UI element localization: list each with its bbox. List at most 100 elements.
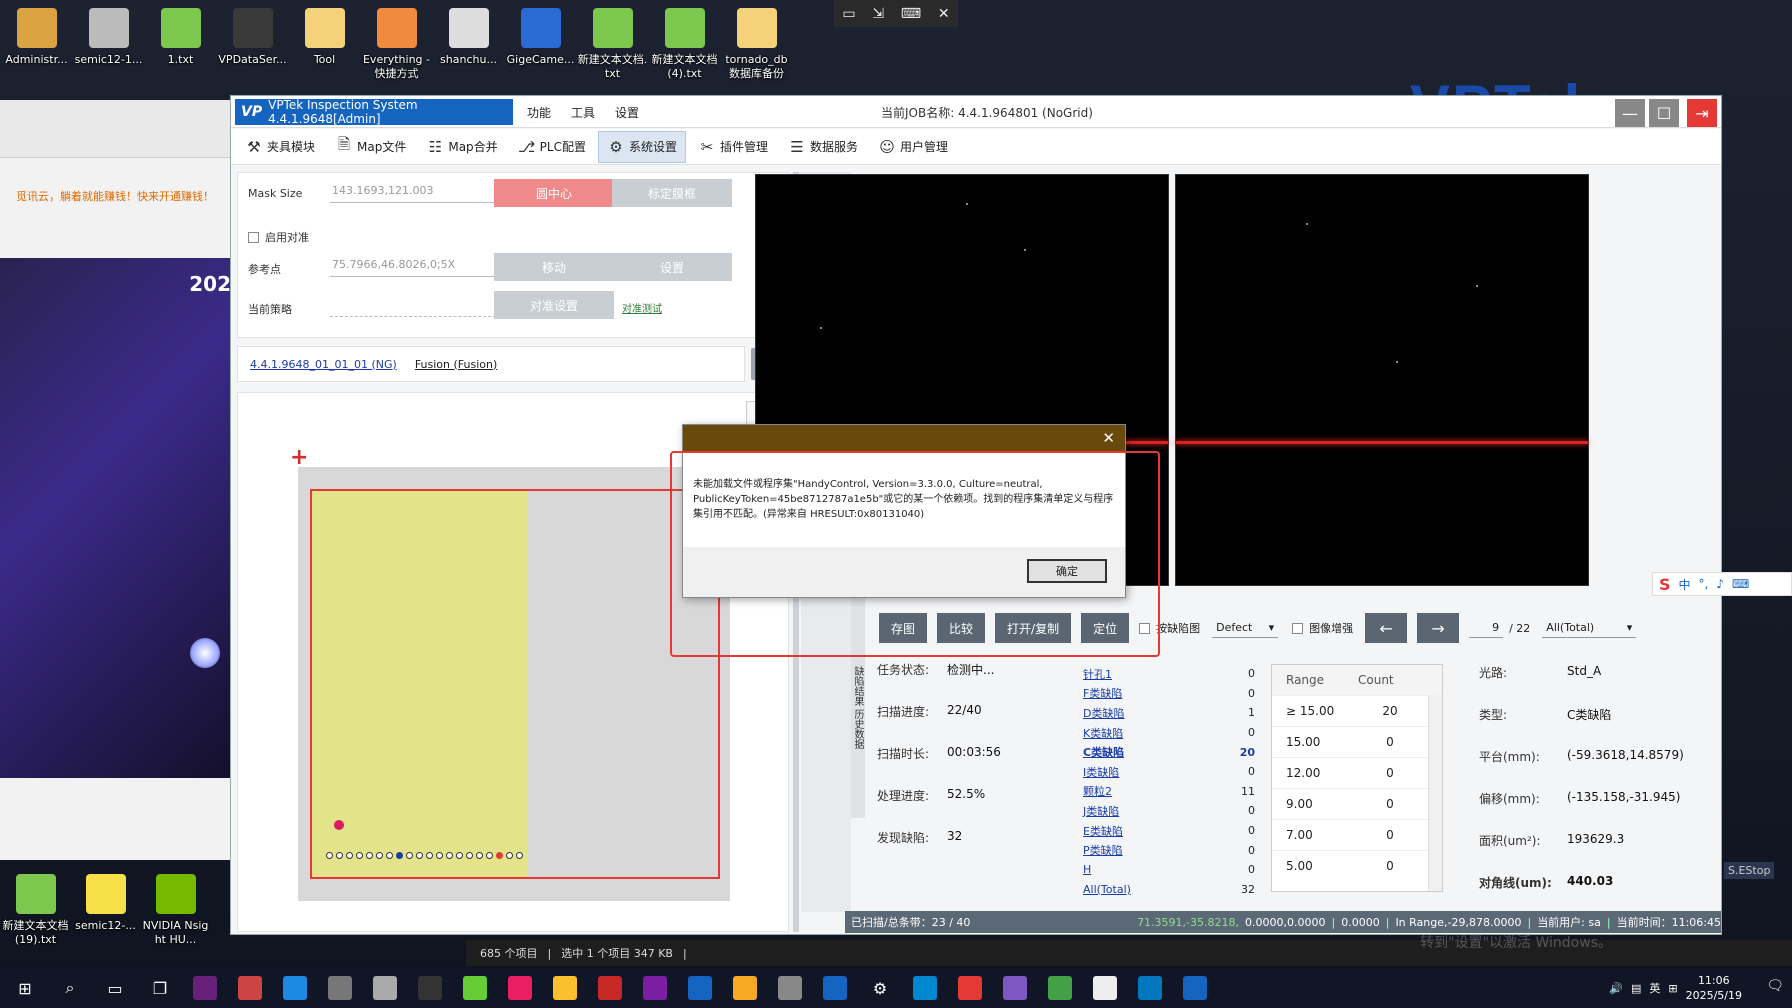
remote-screen-icon[interactable]: ▭ — [842, 6, 855, 22]
remote-keyboard-icon[interactable]: ⌨ — [901, 6, 921, 22]
desktop-icon[interactable]: Tool — [289, 0, 360, 100]
enhance-checkbox[interactable] — [1292, 622, 1304, 634]
exit-button[interactable]: ⇥ — [1687, 99, 1717, 127]
defect-row[interactable]: I类缺陷 0 — [1083, 762, 1255, 782]
vis-icon[interactable] — [1175, 968, 1215, 1008]
ime-mode[interactable]: 中 — [1679, 576, 1691, 593]
desktop-icon[interactable]: Everything - 快捷方式 — [361, 0, 432, 100]
remote-toolbar[interactable]: ▭ ⇲ ⌨ ✕ — [834, 0, 958, 27]
mask-size-select[interactable]: 143.1693,121.003 ⌄ — [330, 179, 506, 203]
defect-row[interactable]: P类缺陷 0 — [1083, 840, 1255, 860]
strategy-field[interactable] — [330, 293, 506, 317]
defect-row[interactable]: H0 — [1083, 860, 1255, 880]
align-test-link[interactable]: 对准测试 — [622, 300, 662, 315]
defect-name-link[interactable]: C类缺陷 — [1083, 744, 1124, 760]
desktop-icon[interactable]: GigeCame... — [505, 0, 576, 100]
desktop-icon[interactable]: VPDataSer... — [217, 0, 288, 100]
app-icon[interactable] — [770, 968, 810, 1008]
desktop-icon[interactable]: 新建文本文档 (19).txt — [1, 866, 70, 976]
prev-button[interactable]: ← — [1365, 613, 1408, 643]
vs-icon[interactable] — [185, 968, 225, 1008]
desktop-icon[interactable]: shanchu... — [433, 0, 504, 100]
defect-name-link[interactable]: 针孔1 — [1083, 666, 1112, 682]
start-icon[interactable]: ⊞ — [5, 968, 45, 1008]
remote-close-icon[interactable]: ✕ — [938, 6, 950, 22]
app-icon[interactable] — [1040, 968, 1080, 1008]
menu-tools[interactable]: 工具 — [567, 104, 599, 121]
toolbar-button-plugin[interactable]: ✂ 插件管理 — [690, 131, 776, 163]
menu-settings[interactable]: 设置 — [611, 104, 643, 121]
desktop-icon[interactable]: 新建文本文档 (4).txt — [649, 0, 720, 100]
vis-icon[interactable] — [815, 968, 855, 1008]
edge-icon[interactable] — [905, 968, 945, 1008]
app-icon[interactable] — [275, 968, 315, 1008]
defect-row[interactable]: F类缺陷 0 — [1083, 684, 1255, 704]
folder-icon[interactable] — [725, 968, 765, 1008]
defect-name-link[interactable]: J类缺陷 — [1083, 803, 1119, 819]
enable-align-row[interactable]: 启用对准 — [248, 229, 309, 245]
circle-center-button[interactable]: 圆中心 — [494, 179, 614, 207]
maximize-button[interactable]: ☐ — [1649, 99, 1679, 127]
defect-select[interactable]: Defect ▾ — [1212, 618, 1279, 638]
toolbar-button-plc[interactable]: ⎇ PLC配置 — [510, 131, 594, 163]
punct-icon[interactable]: °, — [1699, 577, 1709, 591]
notification-icon[interactable]: 🗨 — [1766, 978, 1784, 994]
table-row[interactable]: 15.00 0 — [1272, 726, 1442, 757]
defect-row[interactable]: All(Total) 32 — [1083, 880, 1255, 900]
table-row[interactable]: 9.00 0 — [1272, 788, 1442, 819]
defect-row[interactable]: K类缺陷 0 — [1083, 723, 1255, 743]
table-scrollbar[interactable] — [1428, 695, 1442, 891]
defect-name-link[interactable]: All(Total) — [1083, 883, 1131, 896]
toolbar-button-map-merge[interactable]: ☷ Map合并 — [418, 131, 505, 163]
defect-row[interactable]: D类缺陷 1 — [1083, 703, 1255, 723]
toolbar-button-database[interactable]: ☰ 数据服务 — [780, 131, 866, 163]
app-icon[interactable] — [1085, 968, 1125, 1008]
table-row[interactable]: 7.00 0 — [1272, 819, 1442, 850]
defect-name-link[interactable]: I类缺陷 — [1083, 764, 1119, 780]
move-button[interactable]: 移动 — [494, 253, 614, 281]
defect-row[interactable]: 针孔1 0 — [1083, 664, 1255, 684]
dialog-close-icon[interactable]: ✕ — [1102, 429, 1115, 447]
table-row[interactable]: 5.00 0 — [1272, 850, 1442, 881]
search-icon[interactable]: ⌕ — [50, 968, 90, 1008]
app-icon[interactable] — [230, 968, 270, 1008]
msg-icon[interactable] — [410, 968, 450, 1008]
toolbar-button-wrench[interactable]: ⚒ 夹具模块 — [237, 131, 323, 163]
desktop-icon[interactable]: semic12-1... — [73, 0, 144, 100]
calibrate-frame-button[interactable]: 标定膜框 — [612, 179, 732, 207]
defect-name-link[interactable]: E类缺陷 — [1083, 823, 1123, 839]
taskview-icon[interactable]: ▭ — [95, 968, 135, 1008]
fusion-file-link[interactable]: Fusion (Fusion) — [415, 358, 497, 371]
defect-row[interactable]: 颗粒2 11 — [1083, 782, 1255, 802]
align-test-text[interactable]: 对准测试 — [622, 300, 662, 315]
desktop-icon[interactable]: 新建文本文档.txt — [577, 0, 648, 100]
app-icon[interactable] — [995, 968, 1035, 1008]
set-button[interactable]: 设置 — [612, 253, 732, 281]
lang-indicator[interactable]: 英 — [1649, 980, 1660, 996]
mic-icon[interactable]: ♪ — [1716, 577, 1724, 591]
app-icon[interactable] — [320, 968, 360, 1008]
menu-function[interactable]: 功能 — [523, 104, 555, 121]
ime-grid-icon[interactable]: ⊞ — [1668, 982, 1677, 995]
toolbar-button-user[interactable]: ☺ 用户管理 — [870, 131, 956, 163]
minimize-button[interactable]: — — [1615, 99, 1645, 127]
image-viewer-right[interactable] — [1175, 174, 1589, 586]
vis-icon[interactable] — [680, 968, 720, 1008]
app-icon[interactable] — [455, 968, 495, 1008]
app-icon[interactable] — [635, 968, 675, 1008]
next-button[interactable]: → — [1417, 613, 1460, 643]
promo-text[interactable]: 觅讯云，躺着就能赚钱！快来开通赚钱！ — [16, 188, 214, 204]
desktop-icon[interactable]: NVIDIA Nsight HU... — [141, 866, 210, 976]
enable-align-checkbox[interactable] — [248, 231, 259, 243]
keyboard-icon[interactable]: ⌨ — [1732, 577, 1749, 591]
ref-point-select[interactable]: 75.7966,46.8026,0;5X ⌄ — [330, 253, 506, 277]
remote-pin-icon[interactable]: ⇲ — [872, 6, 884, 22]
table-row[interactable]: ≥ 15.00 20 — [1272, 695, 1442, 726]
toolbar-button-document[interactable]: 🗎 Map文件 — [327, 131, 414, 163]
result-file-link[interactable]: 4.4.1.9648_01_01_01 (NG) — [250, 358, 397, 371]
app-icon[interactable] — [590, 968, 630, 1008]
clock[interactable]: 11:06 2025/5/19 — [1686, 973, 1742, 1003]
gear-icon[interactable]: ⚙ — [860, 968, 900, 1008]
app-icon[interactable] — [950, 968, 990, 1008]
align-settings-button[interactable]: 对准设置 — [494, 291, 614, 319]
